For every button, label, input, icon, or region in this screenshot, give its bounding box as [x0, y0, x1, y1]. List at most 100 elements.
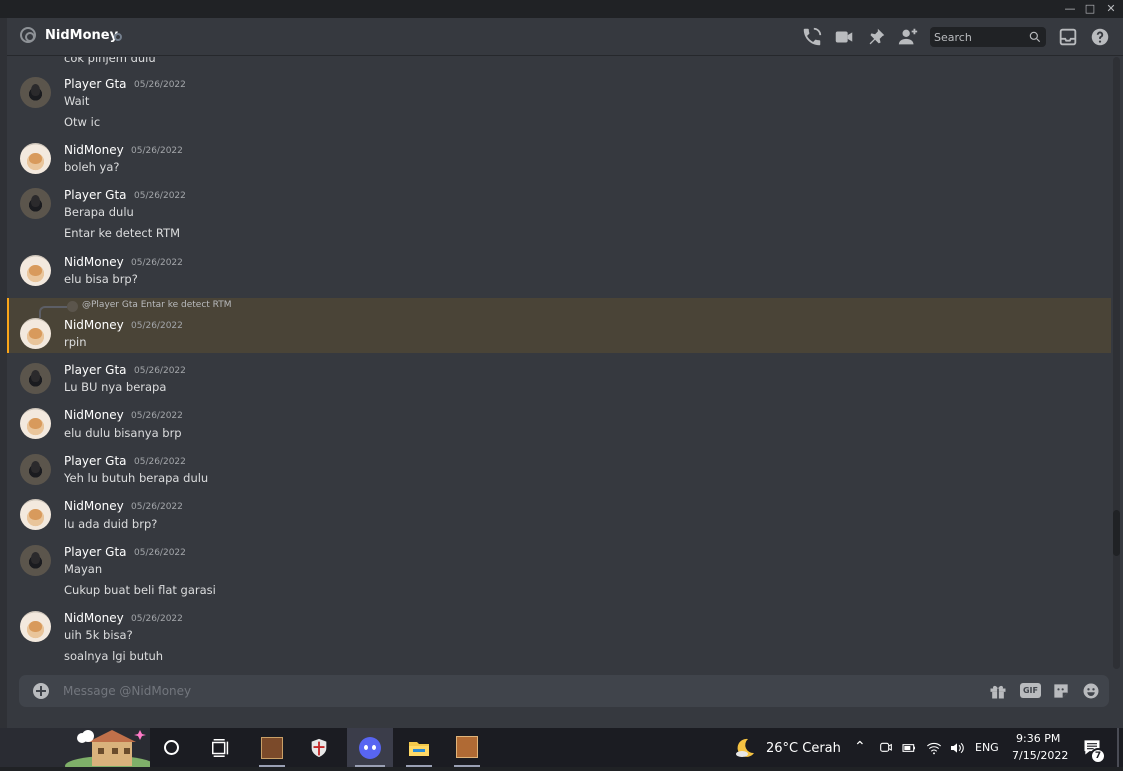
message-text: Wait: [64, 94, 90, 108]
game-app-icon: [261, 737, 283, 759]
search-box[interactable]: [930, 27, 1046, 47]
inbox-icon[interactable]: [1057, 26, 1079, 48]
reply-preview[interactable]: @Player Gta Entar ke detect RTM: [82, 300, 232, 310]
message-text: elu bisa brp?: [64, 272, 138, 286]
avatar[interactable]: [20, 188, 51, 219]
message-text: Cukup buat beli flat garasi: [64, 583, 216, 597]
message-timestamp: 05/26/2022: [134, 548, 186, 558]
message-input[interactable]: [63, 682, 963, 700]
gif-button[interactable]: GIF: [1020, 683, 1041, 698]
message-author[interactable]: NidMoney: [64, 499, 124, 513]
volume-icon[interactable]: [949, 740, 965, 756]
message-text: elu dulu bisanya brp: [64, 426, 182, 440]
message-group: Player Gta 05/26/2022 Mayan Cukup buat b…: [7, 545, 1111, 601]
folder-icon: [409, 742, 429, 756]
town-artwork-icon: [65, 730, 155, 771]
notification-badge: 7: [1090, 748, 1106, 764]
message-group: Player Gta 05/26/2022 Wait Otw ic: [7, 77, 1111, 133]
minimize-button[interactable]: —: [1060, 1, 1080, 17]
message-author[interactable]: NidMoney: [64, 611, 124, 625]
window-titlebar: — □ ✕: [0, 0, 1123, 18]
task-view-button[interactable]: [203, 728, 239, 767]
mention-message: @Player Gta Entar ke detect RTM NidMoney…: [7, 298, 1111, 353]
attach-plus-icon[interactable]: [33, 683, 49, 699]
reply-avatar[interactable]: [67, 301, 78, 312]
message-author[interactable]: NidMoney: [64, 255, 124, 269]
video-call-icon[interactable]: [833, 26, 855, 48]
avatar[interactable]: [20, 363, 51, 394]
avatar[interactable]: [20, 318, 51, 349]
battery-icon[interactable]: [901, 740, 917, 756]
scrollbar-thumb[interactable]: [1113, 510, 1120, 556]
search-icon: [1029, 31, 1041, 43]
message-author[interactable]: NidMoney: [64, 318, 124, 332]
message-group: NidMoney 05/26/2022 elu bisa brp?: [7, 255, 1111, 291]
taskbar-app-shield[interactable]: [298, 728, 340, 767]
shield-icon: [311, 738, 327, 758]
wifi-icon[interactable]: [926, 740, 942, 756]
message-author[interactable]: Player Gta: [64, 363, 127, 377]
clock-date[interactable]: 7/15/2022: [1012, 749, 1068, 762]
message-timestamp: 05/26/2022: [131, 321, 183, 331]
message-timestamp: 05/26/2022: [131, 502, 183, 512]
show-desktop-button[interactable]: [1117, 728, 1119, 767]
cortana-button[interactable]: [155, 728, 190, 767]
taskbar-app-discord[interactable]: [347, 728, 393, 767]
help-icon[interactable]: [1089, 26, 1111, 48]
avatar[interactable]: [20, 545, 51, 576]
message-text: soalnya lgi butuh: [64, 649, 164, 663]
weather-moon-icon[interactable]: [733, 736, 757, 760]
sticker-icon[interactable]: [1051, 681, 1071, 701]
avatar[interactable]: [20, 255, 51, 286]
message-author[interactable]: Player Gta: [64, 188, 127, 202]
clock-time[interactable]: 9:36 PM: [1016, 732, 1060, 745]
search-input[interactable]: [934, 29, 1026, 45]
add-friend-icon[interactable]: [897, 26, 919, 48]
scrollbar-track[interactable]: [1113, 57, 1120, 669]
offline-status-icon: [114, 33, 122, 41]
message-timestamp: 05/26/2022: [134, 191, 186, 201]
maximize-button[interactable]: □: [1080, 1, 1100, 17]
message-text: Yeh lu butuh berapa dulu: [64, 471, 209, 485]
avatar[interactable]: [20, 77, 51, 108]
windows-taskbar: 26°C Cerah ⌃ ENG 9:36 PM 7/15/2022 7: [0, 728, 1123, 771]
avatar[interactable]: [20, 454, 51, 485]
message-text: Otw ic: [64, 115, 101, 129]
emoji-icon[interactable]: [1081, 681, 1101, 701]
avatar[interactable]: [20, 143, 51, 174]
taskbar-app-explorer[interactable]: [398, 728, 440, 767]
weather-text[interactable]: 26°C Cerah: [766, 741, 841, 756]
chevron-up-icon[interactable]: ⌃: [854, 739, 866, 755]
message-text: boleh ya?: [64, 160, 120, 174]
message-text: Mayan: [64, 562, 103, 576]
language-indicator[interactable]: ENG: [975, 741, 999, 754]
pin-icon[interactable]: [865, 26, 887, 48]
message-author[interactable]: NidMoney: [64, 408, 124, 422]
avatar[interactable]: [20, 499, 51, 530]
message-timestamp: 05/26/2022: [131, 614, 183, 624]
message-group: cok pinjem dulu: [7, 57, 1111, 69]
message-timestamp: 05/26/2022: [131, 258, 183, 268]
message-text: lu ada duid brp?: [64, 517, 158, 531]
taskbar-app-gta[interactable]: [446, 728, 488, 767]
taskbar-app-game[interactable]: [251, 728, 293, 767]
message-timestamp: 05/26/2022: [131, 146, 183, 156]
message-timestamp: 05/26/2022: [131, 411, 183, 421]
message-author[interactable]: Player Gta: [64, 454, 127, 468]
reply-connector: [39, 306, 67, 318]
message-composer: GIF: [19, 675, 1109, 707]
message-author[interactable]: Player Gta: [64, 545, 127, 559]
message-group: NidMoney 05/26/2022 lu ada duid brp?: [7, 499, 1111, 535]
page-title: NidMoney: [45, 28, 119, 43]
avatar[interactable]: [20, 611, 51, 642]
start-button[interactable]: [0, 728, 155, 771]
gift-icon[interactable]: [988, 681, 1008, 701]
close-window-button[interactable]: ✕: [1101, 1, 1121, 17]
message-author[interactable]: Player Gta: [64, 77, 127, 91]
at-icon: [20, 27, 36, 43]
message-timestamp: 05/26/2022: [134, 80, 186, 90]
webcam-icon[interactable]: [878, 740, 894, 756]
voice-call-icon[interactable]: [801, 26, 823, 48]
message-author[interactable]: NidMoney: [64, 143, 124, 157]
avatar[interactable]: [20, 408, 51, 439]
